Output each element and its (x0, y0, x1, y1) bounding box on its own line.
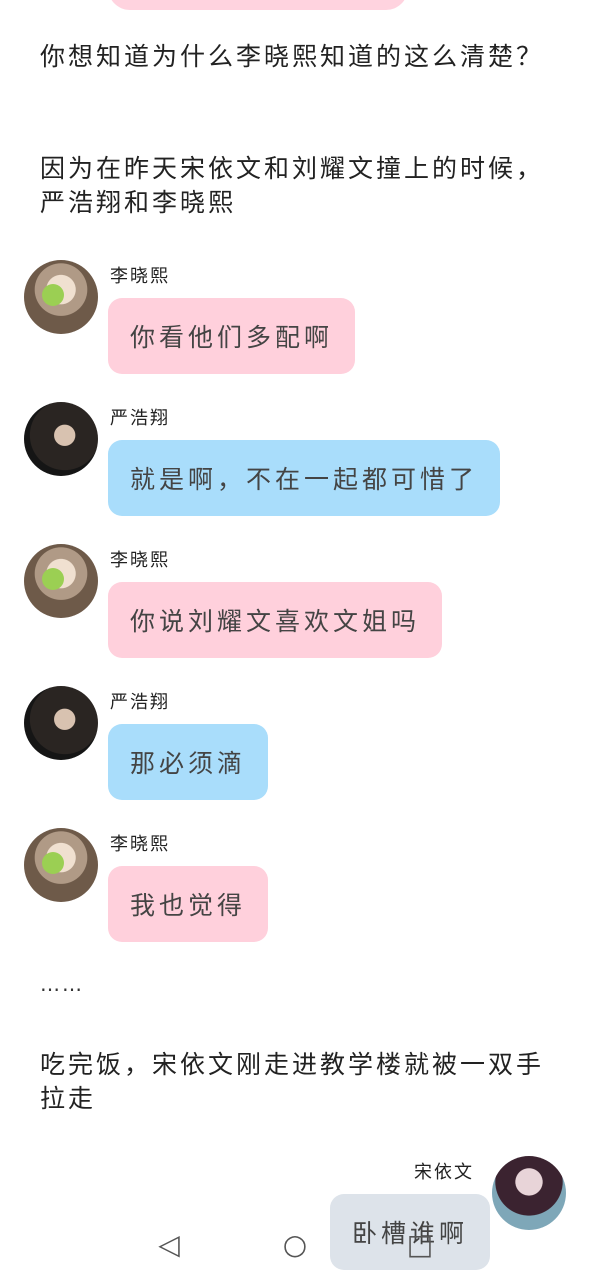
story-paragraph: 吃完饭，宋依文刚走进教学楼就被一双手拉走 (40, 1050, 545, 1113)
system-navigation-bar: ◁ ○ □ (0, 1210, 591, 1280)
apple-icon (42, 568, 64, 590)
avatar-yan-haoxiang[interactable] (24, 402, 98, 476)
avatar-yan-haoxiang[interactable] (24, 686, 98, 760)
sender-name: 李晓熙 (110, 834, 170, 855)
chat-bubble: 你看他们多配啊 (108, 298, 356, 374)
ellipsis-separator: …… (40, 972, 84, 996)
story-paragraph: 你想知道为什么李晓熙知道的这么清楚？ (40, 42, 545, 71)
sender-name: 严浩翔 (110, 692, 170, 713)
chat-bubble: 你说刘耀文喜欢文姐吗 (108, 582, 443, 658)
chat-bubble: 那必须滴 (108, 724, 269, 800)
sender-name: 宋依文 (414, 1162, 474, 1183)
back-icon[interactable]: ◁ (154, 1230, 184, 1260)
avatar-li-xiaoxi[interactable] (24, 260, 98, 334)
chat-bubble: 就是啊，不在一起都可惜了 (108, 440, 501, 516)
home-icon[interactable]: ○ (280, 1230, 310, 1260)
previous-chat-bubble (108, 0, 408, 10)
recents-icon[interactable]: □ (405, 1230, 435, 1260)
story-paragraph: 因为在昨天宋依文和刘耀文撞上的时候，严浩翔和李晓熙 (40, 154, 545, 217)
apple-icon (42, 852, 64, 874)
sender-name: 李晓熙 (110, 550, 170, 571)
avatar-li-xiaoxi[interactable] (24, 544, 98, 618)
sender-name: 李晓熙 (110, 266, 170, 287)
sender-name: 严浩翔 (110, 408, 170, 429)
chat-bubble: 我也觉得 (108, 866, 269, 942)
apple-icon (42, 284, 64, 306)
avatar-li-xiaoxi[interactable] (24, 828, 98, 902)
